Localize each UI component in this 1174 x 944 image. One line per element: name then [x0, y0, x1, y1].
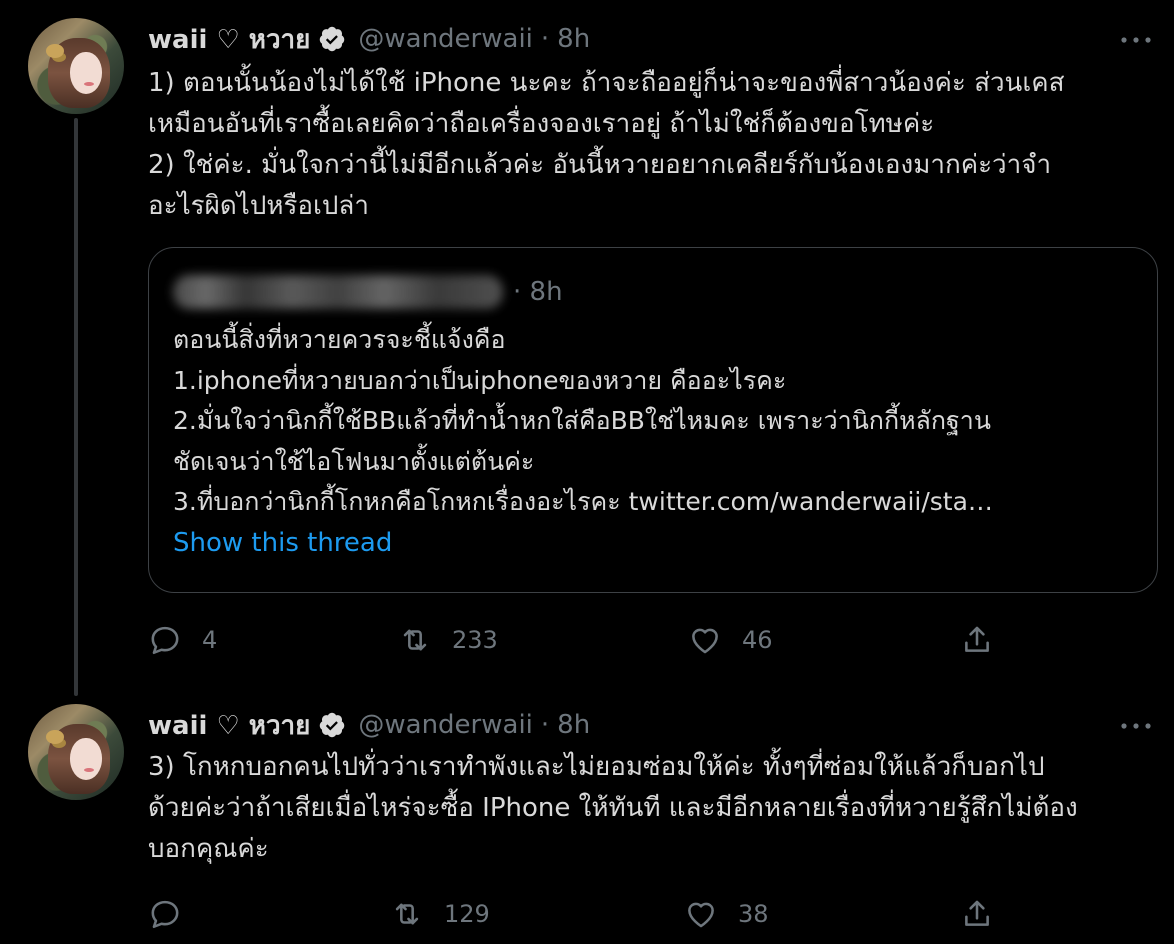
blurred-author-name	[173, 275, 503, 309]
reply-button[interactable]: 4	[148, 618, 217, 662]
tweet-actions: 129 38	[148, 892, 1008, 936]
show-thread-link[interactable]: Show this thread	[173, 528, 392, 558]
tweet-header: waii ♡ หวาย @wanderwaii · 8h	[148, 705, 590, 745]
display-name[interactable]: waii ♡ หวาย	[148, 19, 310, 60]
verified-badge-icon	[320, 712, 345, 738]
retweet-icon	[395, 903, 419, 925]
tweet[interactable]: waii ♡ หวาย @wanderwaii · 8h 1) ตอนนั้นน…	[0, 0, 1174, 690]
display-name[interactable]: waii ♡ หวาย	[148, 705, 310, 746]
retweet-button[interactable]: 233	[398, 618, 498, 662]
timestamp[interactable]: 8h	[557, 24, 590, 54]
quoted-timestamp: · 8h	[513, 277, 563, 307]
timestamp[interactable]: 8h	[557, 710, 590, 740]
share-button[interactable]	[960, 618, 994, 662]
reply-count: 4	[202, 626, 218, 654]
like-button[interactable]: 46	[688, 618, 773, 662]
retweet-count: 129	[444, 900, 490, 928]
more-horizontal-icon[interactable]	[1118, 30, 1154, 50]
user-handle[interactable]: @wanderwaii	[358, 24, 533, 54]
separator-dot: ·	[540, 24, 550, 54]
tweet[interactable]: waii ♡ หวาย @wanderwaii · 8h 3) โกหกบอกค…	[0, 690, 1174, 944]
heart-icon	[692, 628, 718, 654]
reply-button[interactable]	[148, 892, 202, 936]
quoted-tweet-header: · 8h	[173, 272, 563, 312]
avatar[interactable]	[28, 704, 124, 800]
share-icon	[965, 626, 989, 652]
separator-dot: ·	[540, 710, 550, 740]
retweet-icon	[403, 629, 427, 651]
quoted-tweet-card[interactable]: · 8h ตอนนี้สิ่งที่หวายควรจะชี้แจ้งคือ 1.…	[148, 247, 1158, 593]
user-handle[interactable]: @wanderwaii	[358, 710, 533, 740]
share-button[interactable]	[960, 892, 994, 936]
avatar[interactable]	[28, 18, 124, 114]
tweet-text: 1) ตอนนั้นน้องไม่ได้ใช้ iPhone นะคะ ถ้าจ…	[148, 68, 1065, 221]
like-count: 46	[742, 626, 773, 654]
share-icon	[965, 900, 989, 926]
reply-icon	[151, 626, 179, 655]
heart-icon	[688, 902, 714, 928]
like-button[interactable]: 38	[684, 892, 769, 936]
verified-badge-icon	[320, 26, 345, 52]
reply-icon	[151, 900, 179, 929]
retweet-button[interactable]: 129	[390, 892, 490, 936]
retweet-count: 233	[452, 626, 498, 654]
tweet-text: 3) โกหกบอกคนไปทั่วว่าเราทำพังและไม่ยอมซ่…	[148, 752, 1078, 864]
like-count: 38	[738, 900, 769, 928]
tweet-header: waii ♡ หวาย @wanderwaii · 8h	[148, 19, 590, 59]
tweet-actions: 4 233 46	[148, 618, 1008, 662]
quoted-tweet-text: ตอนนี้สิ่งที่หวายควรจะชี้แจ้งคือ 1.iphon…	[173, 325, 993, 516]
more-horizontal-icon[interactable]	[1118, 716, 1154, 736]
